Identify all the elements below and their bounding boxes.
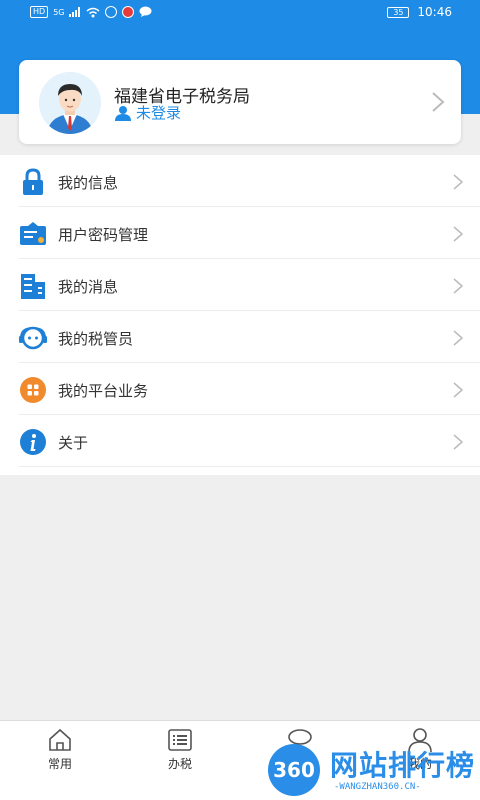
clock: 10:46 [417, 5, 452, 19]
home-icon [49, 728, 71, 751]
tab-tax[interactable]: 办税 [145, 727, 215, 772]
chevron-right-icon [453, 174, 463, 190]
avatar-illustration [39, 72, 101, 134]
tab-common[interactable]: 常用 [25, 727, 95, 772]
menu-item-platform-business[interactable]: 我的平台业务 [0, 363, 480, 415]
divider [19, 466, 480, 467]
app-notification-icon [105, 6, 118, 18]
chevron-right-icon [453, 382, 463, 398]
list-icon [168, 729, 192, 751]
menu-label: 用户密码管理 [58, 226, 149, 244]
chevron-right-icon [453, 226, 463, 242]
watermark: 360 网站排行榜 -WANGZHAN360.CN- [268, 740, 480, 800]
status-right: 35 10:46 [387, 5, 452, 19]
watermark-badge: 360 [268, 744, 320, 796]
network-label: HD [30, 6, 49, 18]
menu-label: 关于 [58, 434, 89, 452]
signal-icon [69, 7, 81, 17]
menu-label: 我的平台业务 [58, 382, 149, 400]
status-bar: HD 5G 35 10:46 [0, 0, 480, 26]
watermark-title: 网站排行榜 [330, 749, 476, 782]
menu-item-password[interactable]: 用户密码管理 [0, 207, 480, 259]
menu-item-messages[interactable]: 我的消息 [0, 259, 480, 311]
chevron-right-icon [453, 278, 463, 294]
watermark-subtitle: -WANGZHAN360.CN- [334, 782, 421, 792]
tax-officer-icon [19, 326, 47, 350]
chevron-right-icon [432, 92, 445, 112]
signal-label: 5G [53, 7, 65, 17]
tab-label: 常用 [47, 757, 72, 771]
alert-notification-icon [122, 6, 135, 18]
lock-icon [23, 168, 43, 195]
menu-label: 我的信息 [58, 174, 119, 192]
profile-card[interactable]: 福建省电子税务局 未登录 [19, 60, 461, 144]
chevron-right-icon [453, 330, 463, 346]
password-card-icon [20, 222, 46, 245]
menu-item-tax-officer[interactable]: 我的税管员 [0, 311, 480, 363]
login-status-text: 未登录 [136, 104, 182, 122]
login-status[interactable]: 未登录 [114, 102, 181, 123]
menu-item-about[interactable]: 关于 [0, 415, 480, 467]
info-icon [20, 429, 46, 455]
menu-label: 我的消息 [58, 278, 119, 296]
battery-icon: 35 [387, 6, 410, 18]
menu-label: 我的税管员 [58, 330, 134, 348]
settings-menu: 我的信息 用户密码管理 我的消息 我的税管员 我的平台业务 关于 [0, 155, 480, 475]
message-building-icon [21, 274, 45, 299]
tab-label: 办税 [167, 757, 192, 771]
platform-apps-icon [20, 377, 46, 403]
message-icon [139, 6, 152, 17]
user-icon [115, 105, 131, 121]
chevron-right-icon [453, 434, 463, 450]
status-left: HD 5G [30, 6, 152, 18]
menu-item-my-info[interactable]: 我的信息 [0, 155, 480, 207]
avatar [39, 72, 101, 134]
wifi-icon [87, 7, 100, 17]
